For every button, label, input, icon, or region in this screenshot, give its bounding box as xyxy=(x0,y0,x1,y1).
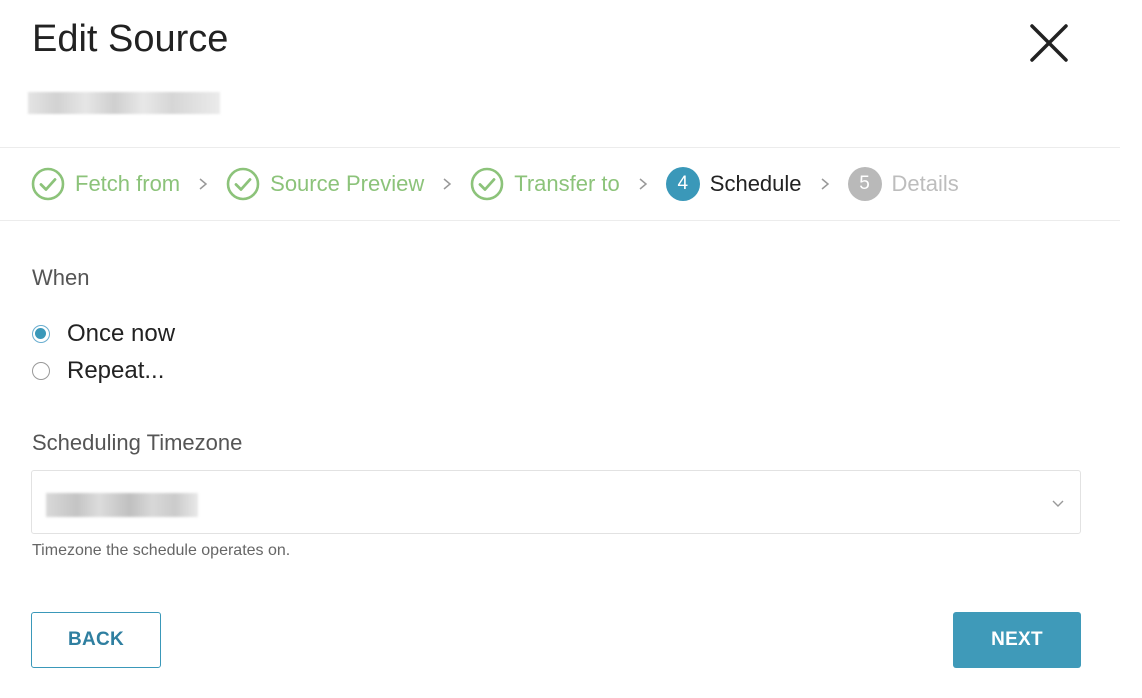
radio-button-checked[interactable] xyxy=(32,325,50,343)
when-label: When xyxy=(32,265,90,290)
source-name-redacted xyxy=(28,92,220,114)
back-button[interactable]: BACK xyxy=(31,612,161,668)
step-number-badge: 4 xyxy=(665,167,700,201)
chevron-right-icon xyxy=(199,178,208,190)
step-label: Source Preview xyxy=(270,171,425,196)
step-number-badge: 5 xyxy=(847,167,882,201)
step-schedule[interactable]: 4 Schedule xyxy=(665,167,802,201)
timezone-help-text: Timezone the schedule operates on. xyxy=(32,542,291,559)
timezone-value-redacted xyxy=(46,493,198,517)
check-circle-icon xyxy=(226,167,260,201)
close-icon xyxy=(1030,24,1068,62)
radio-once-now[interactable]: Once now xyxy=(32,320,175,348)
radio-repeat[interactable]: Repeat... xyxy=(32,357,164,385)
wizard-steps: Fetch from Source Preview Transfer to 4 … xyxy=(0,147,1120,221)
dialog-title: Edit Source xyxy=(32,18,229,60)
chevron-right-icon xyxy=(443,178,452,190)
radio-button[interactable] xyxy=(32,362,50,380)
close-button[interactable] xyxy=(1028,22,1070,64)
step-label: Fetch from xyxy=(75,171,181,196)
step-label: Schedule xyxy=(709,171,802,196)
chevron-right-icon xyxy=(639,178,647,190)
check-circle-icon xyxy=(470,167,504,201)
step-source-preview[interactable]: Source Preview xyxy=(226,167,424,201)
radio-label: Once now xyxy=(67,320,176,347)
check-circle-icon xyxy=(31,167,65,201)
step-fetch-from[interactable]: Fetch from xyxy=(31,167,180,201)
step-details[interactable]: 5 Details xyxy=(847,167,959,201)
timezone-label: Scheduling Timezone xyxy=(32,430,243,455)
step-transfer-to[interactable]: Transfer to xyxy=(470,167,620,201)
step-label: Details xyxy=(891,171,959,196)
step-label: Transfer to xyxy=(514,171,620,196)
timezone-select[interactable] xyxy=(31,470,1081,534)
chevron-down-icon xyxy=(1052,500,1064,507)
chevron-right-icon xyxy=(821,178,829,190)
radio-label: Repeat... xyxy=(67,357,165,384)
next-button[interactable]: NEXT xyxy=(953,612,1081,668)
